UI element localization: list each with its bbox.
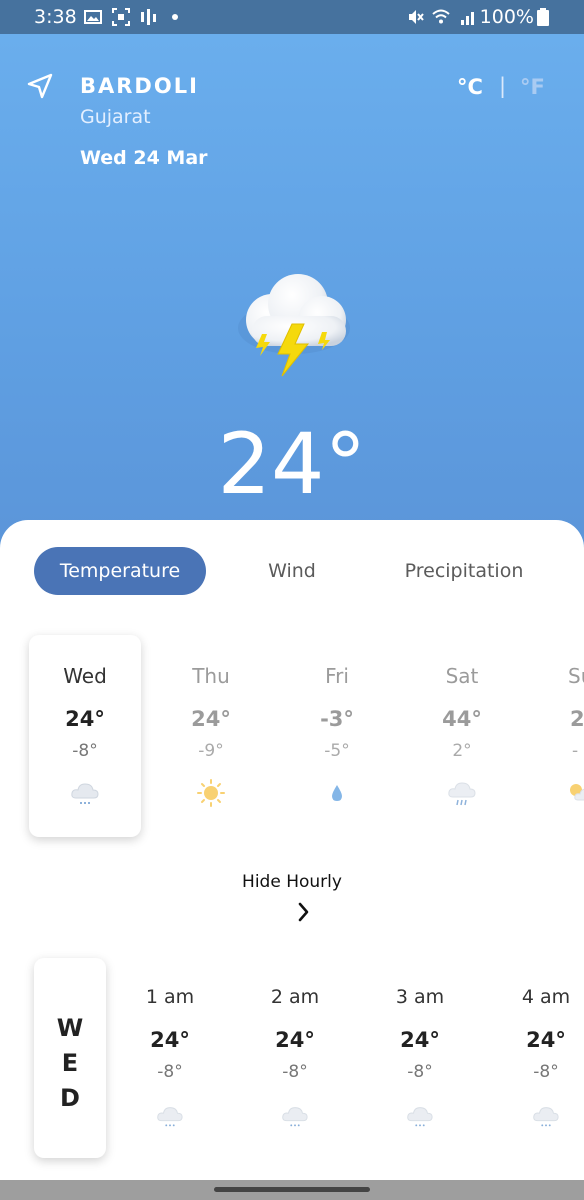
tab-wind[interactable]: Wind (242, 547, 342, 595)
day-low: 2° (452, 741, 472, 761)
day-high: -3° (320, 707, 354, 731)
hour-time: 1 am (145, 986, 195, 1008)
hour-item[interactable]: 2 am 24° -8° (245, 958, 345, 1158)
day-name: Thu (192, 664, 230, 688)
forecast-sheet: Temperature Wind Precipitation Wed 24° -… (0, 520, 584, 1180)
hour-item[interactable]: 4 am 24° -8° (484, 958, 584, 1158)
hour-low: -8° (533, 1062, 559, 1082)
hour-high: 24° (150, 1028, 190, 1052)
day-name: Fri (325, 664, 349, 688)
cell-signal-icon (461, 12, 474, 25)
cloud-icon (71, 783, 99, 804)
day-card-sat[interactable]: Sat 44° 2° (406, 635, 518, 837)
signal-bars-icon (141, 9, 156, 25)
day-name: Su (568, 664, 584, 688)
current-date: Wed 24 Mar (80, 147, 208, 169)
tab-precipitation[interactable]: Precipitation (384, 547, 544, 595)
status-time: 3:38 (34, 6, 77, 28)
day-name: Sat (445, 664, 479, 688)
day-low: -5° (324, 741, 350, 761)
rain-cloud-icon (448, 782, 476, 806)
raindrop-icon (332, 785, 342, 801)
day-name: Wed (63, 664, 107, 688)
fahrenheit-toggle[interactable]: °F (520, 75, 545, 99)
wifi-icon (432, 9, 450, 24)
hour-high: 24° (400, 1028, 440, 1052)
day-high: 44° (442, 707, 482, 731)
hour-item[interactable]: 3 am 24° -8° (370, 958, 470, 1158)
unit-separator: | (499, 74, 507, 98)
mute-icon (409, 10, 424, 24)
thunderstorm-icon (238, 274, 350, 377)
day-card-sun[interactable]: Su 2 - (532, 635, 584, 837)
cloud-icon (157, 1107, 183, 1127)
day-card-thu[interactable]: Thu 24° -9° (155, 635, 267, 837)
day-letter: W (56, 1014, 84, 1042)
hour-low: -8° (407, 1062, 433, 1082)
celsius-toggle[interactable]: °C (457, 75, 483, 99)
state-name: Gujarat (80, 106, 151, 128)
hour-low: -8° (157, 1062, 183, 1082)
current-temperature: 24° (217, 415, 367, 513)
hour-time: 4 am (521, 986, 571, 1008)
city-name: BARDOLI (80, 74, 199, 98)
day-card-wed[interactable]: Wed 24° -8° (29, 635, 141, 837)
hour-high: 24° (275, 1028, 315, 1052)
sun-icon (197, 779, 225, 807)
day-high: 24° (65, 707, 105, 731)
hide-hourly-button[interactable]: Hide Hourly (0, 872, 584, 892)
current-weather-panel: BARDOLI Gujarat Wed 24 Mar °C | °F 24° (0, 34, 584, 554)
hour-low: -8° (282, 1062, 308, 1082)
location-arrow-icon[interactable] (26, 72, 54, 100)
screenshot-icon (112, 8, 130, 26)
image-icon (84, 10, 102, 24)
dot-icon (172, 14, 178, 20)
day-high: 24° (191, 707, 231, 731)
day-low: - (572, 741, 579, 761)
status-bar: 3:38 100% (0, 0, 584, 34)
cloud-icon (533, 1107, 559, 1127)
navigation-bar (0, 1180, 584, 1200)
sun-cloud-icon (570, 784, 584, 801)
day-low: -9° (198, 741, 224, 761)
hour-item[interactable]: 1 am 24° -8° (120, 958, 220, 1158)
hour-high: 24° (526, 1028, 566, 1052)
hour-time: 2 am (270, 986, 320, 1008)
day-high: 2 (570, 707, 584, 731)
home-gesture-handle[interactable] (214, 1187, 370, 1192)
day-letter: E (61, 1049, 79, 1077)
cloud-icon (407, 1107, 433, 1127)
day-letter: D (60, 1084, 80, 1112)
battery-icon (537, 8, 549, 26)
hour-time: 3 am (395, 986, 445, 1008)
battery-percent: 100% (479, 6, 534, 28)
chevron-right-icon[interactable] (292, 900, 316, 924)
tab-temperature[interactable]: Temperature (34, 547, 206, 595)
day-card-fri[interactable]: Fri -3° -5° (281, 635, 393, 837)
cloud-icon (282, 1107, 308, 1127)
day-low: -8° (72, 741, 98, 761)
hourly-day-label: W E D (34, 958, 106, 1158)
